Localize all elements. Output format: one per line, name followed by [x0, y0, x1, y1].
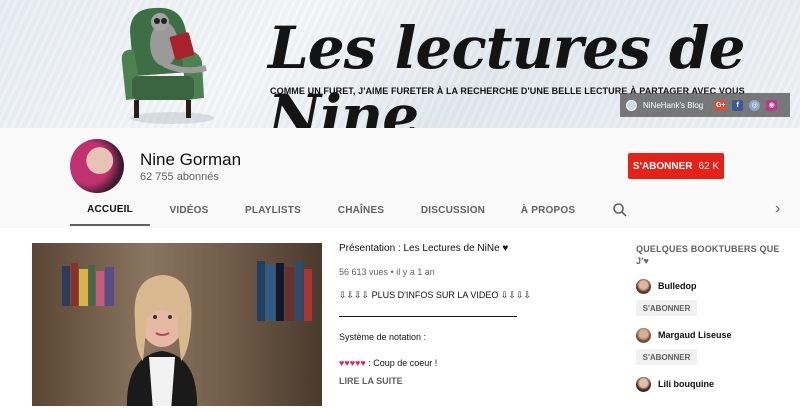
- search-icon[interactable]: [612, 202, 628, 218]
- description-divider: [339, 316, 517, 317]
- subscribe-button[interactable]: S'ABONNER: [636, 349, 697, 365]
- channel-tabs: ACCUEIL VIDÉOS PLAYLISTS CHAÎNES DISCUSS…: [0, 195, 800, 226]
- subscribe-label: S'ABONNER: [632, 160, 693, 172]
- sidebar-title: QUELQUES BOOKTUBERS QUE J'♥: [636, 244, 780, 266]
- avatar[interactable]: [636, 278, 651, 294]
- channel-banner: Les lectures de Nine COMME UN FURET, J'A…: [0, 0, 800, 128]
- bookshelf-right: [257, 261, 312, 321]
- subscriber-count: 62 755 abonnés: [140, 171, 219, 183]
- tab-videos[interactable]: VIDÉOS: [155, 195, 223, 226]
- banner-links: NiNeHank's Blog G+ f ◎ ◉: [620, 93, 790, 117]
- google-plus-icon[interactable]: G+: [715, 99, 727, 111]
- featured-channel-item: Lili bouquine: [636, 375, 786, 393]
- tab-a-propos[interactable]: À PROPOS: [510, 195, 586, 226]
- subscribe-button[interactable]: S'ABONNER 62 K: [628, 153, 724, 179]
- video-meta: 56 613 vues • il y a 1 an: [339, 267, 435, 277]
- globe-icon[interactable]: ◎: [749, 99, 761, 111]
- armchair-illustration: [121, 7, 214, 124]
- featured-video-info: Présentation : Les Lectures de NiNe ♥ 56…: [339, 243, 599, 386]
- subscribe-button[interactable]: S'ABONNER: [636, 300, 697, 316]
- video-title[interactable]: Présentation : Les Lectures de NiNe ♥: [339, 243, 599, 257]
- rating-caption: : Coup de coeur !: [365, 358, 438, 368]
- blog-link[interactable]: NiNeHank's Blog: [643, 101, 703, 110]
- tab-playlists[interactable]: PLAYLISTS: [235, 195, 311, 226]
- featured-video-player[interactable]: [32, 243, 322, 406]
- featured-channel-name[interactable]: Bulledop: [658, 281, 697, 291]
- channel-home-content: Présentation : Les Lectures de NiNe ♥ 56…: [0, 228, 800, 411]
- hearts-rating: ♥♥♥♥♥: [339, 358, 366, 368]
- featured-channel-item: Margaud Liseuse S'ABONNER: [636, 326, 786, 365]
- subscribe-count: 62 K: [698, 160, 720, 172]
- chevron-right-icon[interactable]: ›: [775, 200, 780, 218]
- featured-channel-name[interactable]: Lili bouquine: [658, 379, 714, 389]
- tab-discussion[interactable]: DISCUSSION: [410, 195, 496, 226]
- instagram-icon[interactable]: ◉: [766, 99, 778, 111]
- featured-channel-item: Bulledop S'ABONNER: [636, 277, 786, 316]
- featured-channel-name[interactable]: Margaud Liseuse: [658, 330, 732, 340]
- avatar[interactable]: [636, 376, 651, 392]
- facebook-icon[interactable]: f: [732, 99, 744, 111]
- avatar[interactable]: [636, 327, 651, 343]
- channel-avatar[interactable]: [70, 139, 124, 193]
- video-description-line: ⇩⇩⇩⇩ PLUS D'INFOS SUR LA VIDEO ⇩⇩⇩⇩: [339, 290, 532, 300]
- presenter-figure: [126, 275, 198, 406]
- tab-accueil[interactable]: ACCUEIL: [70, 195, 150, 226]
- channel-header: Nine Gorman 62 755 abonnés S'ABONNER 62 …: [0, 128, 800, 228]
- video-description-line: ♥♥♥♥♥ : Coup de coeur !: [339, 358, 599, 370]
- channel-name: Nine Gorman: [140, 150, 242, 169]
- video-description-line: Système de notation :: [339, 332, 427, 342]
- tab-chaines[interactable]: CHAÎNES: [325, 195, 397, 226]
- read-more-link[interactable]: LIRE LA SUITE: [339, 376, 599, 386]
- globe-icon[interactable]: [626, 99, 637, 111]
- featured-channels-sidebar: QUELQUES BOOKTUBERS QUE J'♥ Bulledop S'A…: [636, 243, 786, 393]
